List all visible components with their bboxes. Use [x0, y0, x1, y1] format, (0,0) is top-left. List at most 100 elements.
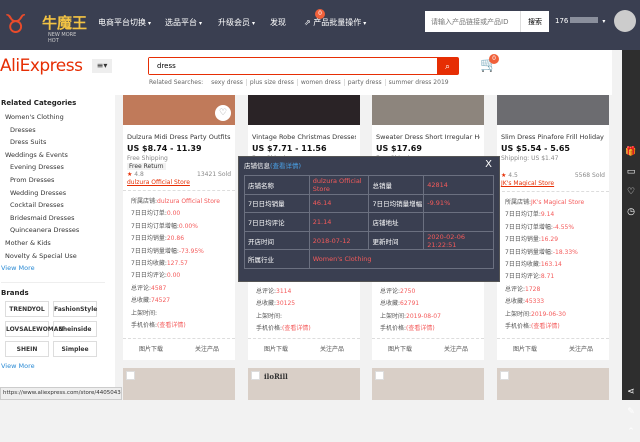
- back-to-top-icon[interactable]: ⌃: [622, 422, 640, 442]
- brand-logo[interactable]: SHEIN: [5, 341, 49, 358]
- avatar[interactable]: [614, 10, 636, 32]
- product-image[interactable]: [497, 95, 609, 125]
- right-toolbar: 🎁 ▭ ♡ ◷ ⋖ ✎ ⌃: [622, 50, 640, 437]
- bull-logo-icon: ♉: [4, 10, 28, 40]
- category-link[interactable]: Cocktail Dresses: [1, 199, 115, 212]
- aliexpress-logo[interactable]: AliExpress: [0, 56, 83, 76]
- product-title[interactable]: Dulzura Midi Dress Party Outfits L...: [127, 133, 231, 141]
- view-more-brands-link[interactable]: View More: [1, 360, 115, 372]
- select-checkbox[interactable]: [375, 371, 384, 380]
- search-button[interactable]: 搜索: [521, 11, 549, 32]
- stat-value[interactable]: (查看详情): [406, 325, 435, 332]
- category-link[interactable]: Bridesmaid Dresses: [1, 212, 115, 225]
- nav-batch-operations[interactable]: ⇗ 产品批量操作 ▾: [304, 17, 366, 28]
- stat-label: 7日日均订单增幅:: [131, 222, 179, 230]
- select-checkbox[interactable]: [500, 371, 509, 380]
- product-title[interactable]: Slim Dress Pinafore Frill Holiday B...: [501, 133, 605, 141]
- brand-logo[interactable]: LOVSALEWOMAN: [5, 321, 63, 338]
- stat-value[interactable]: (查看详情): [282, 325, 311, 332]
- user-menu[interactable]: 176 ▾: [555, 17, 605, 25]
- nav-discover[interactable]: 发现: [270, 17, 286, 28]
- redacted-block: [570, 17, 599, 23]
- category-link[interactable]: Mother & Kids: [1, 237, 115, 250]
- scrollbar[interactable]: [612, 50, 622, 400]
- download-images-button[interactable]: 图片下载: [372, 339, 428, 360]
- follow-product-button[interactable]: 关注产品: [179, 339, 235, 360]
- sold-count: 13421 Sold: [197, 171, 231, 178]
- related-link[interactable]: women dress: [300, 79, 345, 86]
- product-image[interactable]: [248, 95, 360, 125]
- stat-label: 7日日均销量增幅:: [505, 248, 553, 256]
- category-link[interactable]: Quinceanera Dresses: [1, 224, 115, 237]
- related-link[interactable]: summer dress 2019: [389, 79, 452, 86]
- category-link[interactable]: Prom Dresses: [1, 174, 115, 187]
- follow-product-button[interactable]: 关注产品: [304, 339, 360, 360]
- select-checkbox[interactable]: [126, 371, 135, 380]
- history-icon[interactable]: ◷: [622, 202, 640, 222]
- category-link[interactable]: Women's Clothing: [1, 111, 115, 124]
- product-image[interactable]: [123, 368, 235, 400]
- related-link[interactable]: party dress: [347, 79, 386, 86]
- product-search: 搜索: [425, 11, 549, 32]
- stat-row: 手机价格:(查看详情): [131, 320, 235, 332]
- category-menu-icon[interactable]: ≡▾: [92, 59, 112, 73]
- product-image[interactable]: [372, 368, 484, 400]
- category-link[interactable]: Dress Suits: [1, 136, 115, 149]
- stat-label: 上架时间:: [380, 312, 407, 320]
- category-link[interactable]: Dresses: [1, 124, 115, 137]
- nav-selection-platform[interactable]: 选品平台 ▾: [165, 17, 202, 28]
- related-link[interactable]: plus size dress: [249, 79, 298, 86]
- brand-logo[interactable]: FashionStyle: [53, 301, 97, 318]
- product-image[interactable]: [372, 95, 484, 125]
- stat-row: 总评论:1728: [505, 284, 609, 296]
- share-icon[interactable]: ⋖: [622, 382, 640, 402]
- download-images-button[interactable]: 图片下载: [123, 339, 179, 360]
- follow-product-button[interactable]: 关注产品: [428, 339, 484, 360]
- category-link[interactable]: Novelty & Special Use: [1, 250, 115, 263]
- edit-icon[interactable]: ✎: [622, 402, 640, 422]
- select-checkbox[interactable]: [251, 371, 260, 380]
- stat-value: 9.14: [540, 211, 555, 219]
- download-images-button[interactable]: 图片下载: [497, 339, 553, 360]
- view-more-link[interactable]: View More: [1, 262, 115, 274]
- store-link[interactable]: JK's Magical Store: [501, 180, 605, 187]
- stat-value[interactable]: (查看详情): [157, 322, 186, 329]
- nav-upgrade-member[interactable]: 升级会员 ▾: [218, 17, 255, 28]
- store-link[interactable]: dulzura Official Store: [127, 179, 231, 186]
- product-title[interactable]: Sweater Dress Short Irregular He...: [376, 133, 480, 141]
- search-icon[interactable]: ⌕: [437, 58, 458, 74]
- brand-logo[interactable]: Simplee: [53, 341, 97, 358]
- download-images-button[interactable]: 图片下载: [248, 339, 304, 360]
- search-input[interactable]: [149, 58, 437, 74]
- niumowang-logo[interactable]: ♉ 牛魔王 NEW MORE HOT: [4, 6, 88, 44]
- product-image[interactable]: ♡: [123, 95, 235, 125]
- stat-value: 2750: [400, 287, 416, 295]
- product-image[interactable]: iloRill: [248, 368, 360, 400]
- close-icon[interactable]: X: [485, 159, 492, 170]
- nav-platform-switch[interactable]: 电商平台切换 ▾: [98, 17, 151, 28]
- brand-logo[interactable]: TRENDYOL: [5, 301, 49, 318]
- nav-label: 升级会员: [218, 18, 250, 27]
- stat-row: 上架时间:2019-08-07: [380, 311, 484, 323]
- follow-product-button[interactable]: 关注产品: [553, 339, 609, 360]
- popup-cell: 店铺名称: [244, 175, 310, 195]
- gift-icon[interactable]: 🎁: [622, 142, 640, 162]
- related-link[interactable]: sexy dress: [211, 79, 247, 86]
- product-image[interactable]: [497, 368, 609, 400]
- brand-logo[interactable]: Sheinside: [53, 321, 97, 338]
- cart-icon[interactable]: 🛒 0: [480, 54, 499, 73]
- product-title[interactable]: Vintage Robe Christmas Dresses P...: [252, 133, 356, 141]
- view-details-link[interactable]: (查看详情): [270, 162, 301, 170]
- stat-row: 7日日均订单:9.14: [505, 209, 609, 221]
- stat-value[interactable]: (查看详情): [531, 323, 560, 330]
- stat-value: 163.14: [540, 261, 562, 269]
- stat-label: 7日日均收藏:: [505, 261, 541, 269]
- category-link[interactable]: Evening Dresses: [1, 161, 115, 174]
- heart-icon[interactable]: ♡: [215, 105, 231, 121]
- product-id-input[interactable]: [425, 11, 521, 32]
- heart-icon[interactable]: ♡: [622, 182, 640, 202]
- category-link[interactable]: Weddings & Events: [1, 149, 115, 162]
- coupon-icon[interactable]: ▭: [622, 162, 640, 182]
- category-link[interactable]: Wedding Dresses: [1, 187, 115, 200]
